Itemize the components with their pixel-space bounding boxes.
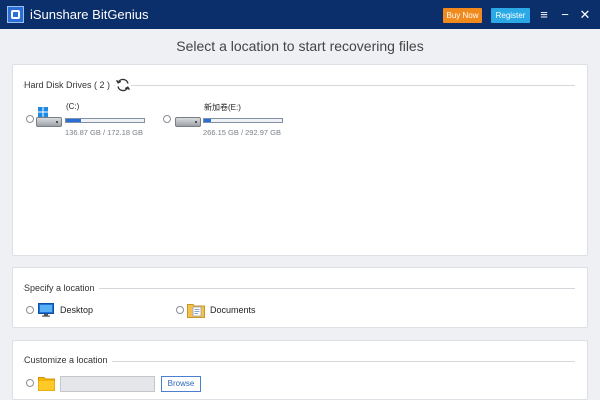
drive-c-icon bbox=[36, 117, 62, 127]
menu-icon[interactable]: ≡ bbox=[538, 8, 550, 21]
drive-e-size: 266.15 GB / 292.97 GB bbox=[203, 128, 281, 137]
drive-c-size: 136.87 GB / 172.18 GB bbox=[65, 128, 143, 137]
app-logo-icon bbox=[7, 6, 24, 23]
title-bar: iSunshare BitGenius Buy Now Register ≡ −… bbox=[0, 0, 600, 29]
specify-location-panel: Specify a location bbox=[12, 267, 588, 328]
documents-folder-icon bbox=[187, 304, 205, 318]
drive-c-label: (C:) bbox=[66, 102, 80, 111]
drive-e-radio[interactable] bbox=[163, 115, 171, 123]
register-button[interactable]: Register bbox=[491, 8, 530, 23]
desktop-radio[interactable] bbox=[26, 306, 34, 314]
drive-e-usage-bar bbox=[203, 118, 283, 123]
hard-disk-section-title: Hard Disk Drives ( 2 ) bbox=[24, 80, 115, 90]
drive-c-usage-bar bbox=[65, 118, 145, 123]
minimize-icon[interactable]: − bbox=[559, 8, 571, 21]
drive-c-radio[interactable] bbox=[26, 115, 34, 123]
documents-radio[interactable] bbox=[176, 306, 184, 314]
app-title: iSunshare BitGenius bbox=[30, 7, 149, 22]
close-icon[interactable]: ✕ bbox=[579, 8, 591, 21]
drive-e-label: 新加卷(E:) bbox=[204, 103, 241, 112]
refresh-icon[interactable] bbox=[115, 77, 131, 93]
windows-logo-icon bbox=[38, 107, 48, 117]
customize-location-title: Customize a location bbox=[24, 355, 112, 365]
drive-c-usage-fill bbox=[66, 119, 81, 122]
desktop-label[interactable]: Desktop bbox=[60, 305, 93, 315]
specify-location-title: Specify a location bbox=[24, 283, 99, 293]
folder-icon bbox=[38, 377, 55, 391]
section-divider bbox=[23, 288, 575, 289]
page-instruction: Select a location to start recovering fi… bbox=[176, 38, 424, 54]
buy-now-button[interactable]: Buy Now bbox=[443, 8, 482, 23]
documents-label[interactable]: Documents bbox=[210, 305, 256, 315]
custom-path-input[interactable] bbox=[60, 376, 155, 392]
drive-e-usage-fill bbox=[204, 119, 212, 122]
browse-button[interactable]: Browse bbox=[161, 376, 201, 392]
hard-disk-panel: Hard Disk Drives ( 2 ) bbox=[12, 64, 588, 256]
desktop-monitor-icon bbox=[38, 303, 54, 317]
custom-location-radio[interactable] bbox=[26, 379, 34, 387]
drive-e-icon bbox=[175, 117, 201, 127]
